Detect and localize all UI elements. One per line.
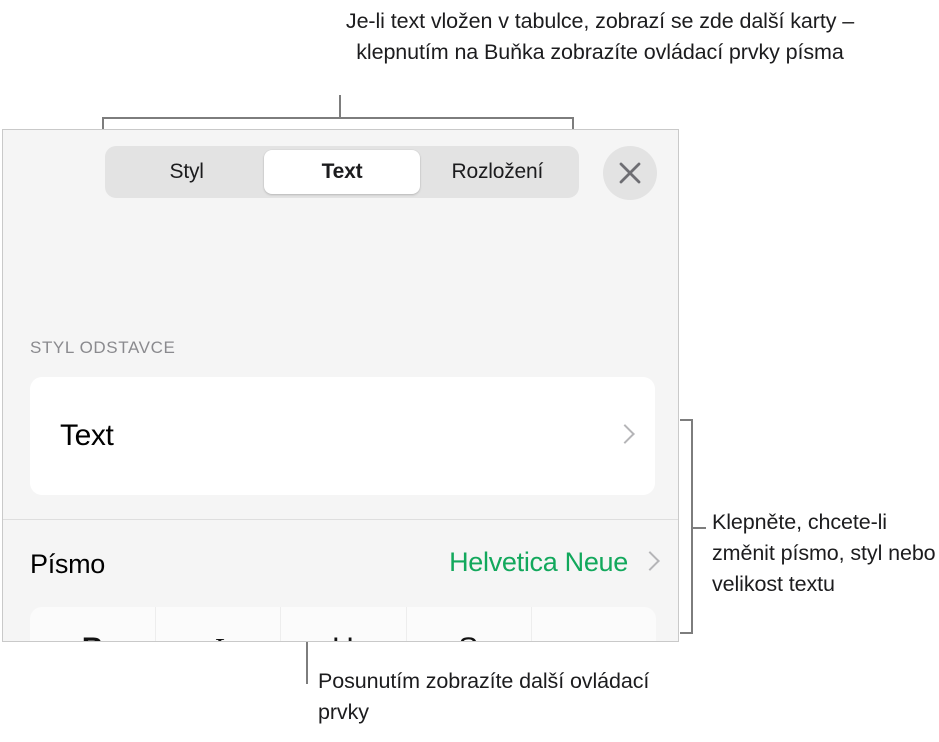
callout-leader-top-rail xyxy=(102,117,574,119)
more-options-button[interactable]: ••• xyxy=(530,607,656,641)
bold-icon: B xyxy=(82,632,104,641)
close-button[interactable] xyxy=(603,146,657,200)
underline-icon: U xyxy=(332,632,354,641)
chevron-right-icon xyxy=(617,422,633,450)
paragraph-style-selector[interactable]: Text xyxy=(30,377,655,495)
bold-button[interactable]: B xyxy=(30,607,155,641)
callout-leader-right-top-tick xyxy=(680,419,693,421)
callout-leader-right-bottom-tick xyxy=(680,632,693,634)
font-value: Helvetica Neue xyxy=(449,547,628,577)
callout-text-font-controls: Klepněte, chcete-li změnit písmo, styl n… xyxy=(712,510,936,596)
italic-button[interactable]: I xyxy=(155,607,280,641)
format-inspector-panel: Styl Text Rozložení STYL ODSTAVCE Text P… xyxy=(2,129,679,642)
panel-header: Styl Text Rozložení xyxy=(3,130,678,202)
font-label: Písmo xyxy=(30,549,106,579)
callout-text-scroll: Posunutím zobrazíte další ovládací prvky xyxy=(318,669,650,724)
close-icon xyxy=(617,160,643,186)
chevron-right-icon xyxy=(642,549,658,577)
italic-icon: I xyxy=(213,631,223,641)
tab-text[interactable]: Text xyxy=(264,150,420,194)
strikethrough-button[interactable]: S xyxy=(405,607,531,641)
callout-leader-top-left-tick xyxy=(102,117,104,129)
callout-text-tabs: Je-li text vložen v tabulce, zobrazí se … xyxy=(345,9,855,64)
text-style-button-group[interactable]: B I U S ••• xyxy=(30,607,656,641)
section-label-paragraph-style: STYL ODSTAVCE xyxy=(30,338,176,357)
tab-styl[interactable]: Styl xyxy=(109,150,264,194)
font-selector[interactable]: Helvetica Neue xyxy=(449,547,658,578)
font-row: Písmo Helvetica Neue xyxy=(3,538,678,596)
callout-leader-top-right-tick xyxy=(572,117,574,129)
callout-leader-right-pointer xyxy=(691,527,706,529)
tab-rozlozeni[interactable]: Rozložení xyxy=(420,150,575,194)
underline-button[interactable]: U xyxy=(280,607,405,641)
segmented-control[interactable]: Styl Text Rozložení xyxy=(105,146,579,198)
strikethrough-icon: S xyxy=(458,632,478,641)
divider xyxy=(3,519,678,520)
paragraph-style-value: Text xyxy=(60,419,114,452)
callout-leader-top-stem xyxy=(339,95,341,119)
